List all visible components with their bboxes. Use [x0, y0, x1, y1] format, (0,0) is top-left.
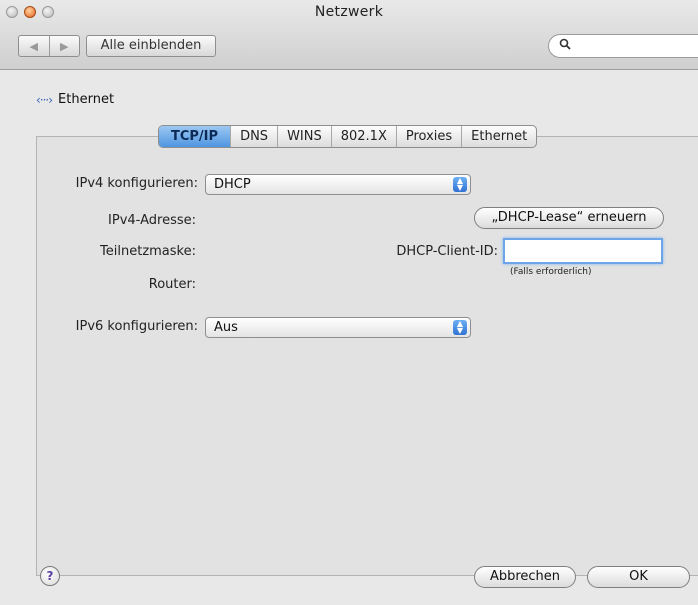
- back-forward-group: ◀ ▶: [18, 35, 80, 57]
- dhcp-client-id-label: DHCP-Client-ID:: [396, 244, 498, 259]
- back-button[interactable]: ◀: [19, 36, 49, 56]
- ipv4-config-value: DHCP: [214, 177, 251, 192]
- search-input[interactable]: [548, 34, 698, 58]
- tab-dns[interactable]: DNS: [230, 126, 277, 147]
- renew-dhcp-lease-button[interactable]: „DHCP-Lease“ erneuern: [474, 207, 664, 229]
- ipv4-config-select[interactable]: DHCP ▲ ▼: [205, 174, 471, 195]
- cancel-button[interactable]: Abbrechen: [474, 566, 576, 588]
- interface-name: Ethernet: [58, 92, 115, 107]
- tab-8021x[interactable]: 802.1X: [330, 126, 396, 147]
- ipv6-config-value: Aus: [214, 320, 238, 335]
- interface-header: ‹···› Ethernet: [36, 92, 114, 107]
- window-title: Netzwerk: [314, 4, 384, 20]
- ipv6-config-label: IPv6 konfigurieren:: [75, 319, 198, 334]
- tab-ethernet[interactable]: Ethernet: [461, 126, 536, 147]
- ipv6-config-select[interactable]: Aus ▲ ▼: [205, 317, 471, 338]
- ipv4-address-label: IPv4-Adresse:: [108, 213, 196, 228]
- search-icon: [559, 38, 571, 54]
- title-bar: Netzwerk ◀ ▶ Alle einblenden: [0, 0, 698, 70]
- tab-bar: TCP/IP DNS WINS 802.1X Proxies Ethernet: [158, 125, 538, 148]
- ipv4-config-label: IPv4 konfigurieren:: [75, 176, 198, 191]
- select-arrows-icon: ▲ ▼: [453, 177, 467, 192]
- content-area: ‹···› Ethernet TCP/IP DNS WINS 802.1X Pr…: [0, 71, 698, 605]
- tab-wins[interactable]: WINS: [277, 126, 331, 147]
- tab-panel: [36, 136, 698, 576]
- select-arrows-icon: ▲ ▼: [453, 320, 467, 335]
- network-preferences-window: Netzwerk ◀ ▶ Alle einblenden ‹···› Ether…: [0, 0, 698, 605]
- show-all-button[interactable]: Alle einblenden: [86, 35, 216, 57]
- ethernet-icon: ‹···›: [36, 92, 53, 107]
- subnet-mask-label: Teilnetzmaske:: [100, 244, 196, 259]
- router-label: Router:: [148, 277, 196, 292]
- forward-button[interactable]: ▶: [48, 36, 80, 56]
- dhcp-client-id-field[interactable]: [503, 238, 663, 264]
- tab-proxies[interactable]: Proxies: [395, 126, 461, 147]
- help-button[interactable]: ?: [40, 566, 60, 586]
- dhcp-client-id-hint: (Falls erforderlich): [510, 267, 592, 277]
- tab-tcpip[interactable]: TCP/IP: [159, 126, 231, 147]
- ok-button[interactable]: OK: [587, 566, 690, 588]
